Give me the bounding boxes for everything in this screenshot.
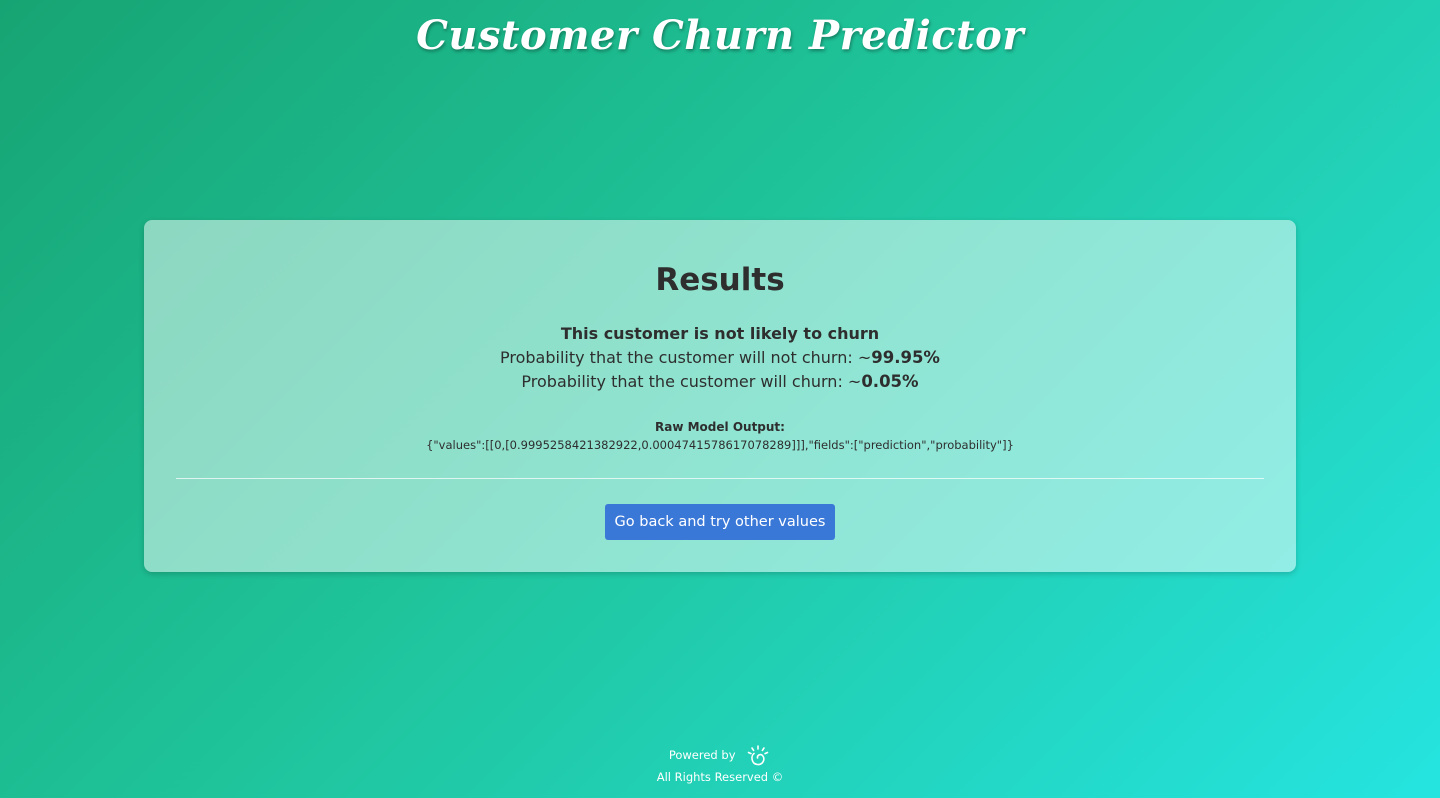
- powered-by-label: Powered by: [668, 748, 736, 762]
- results-heading: Results: [655, 262, 785, 298]
- probability-not-churn-label: Probability that the customer will not c…: [500, 348, 872, 367]
- probability-not-churn: Probability that the customer will not c…: [144, 346, 1296, 370]
- go-back-button[interactable]: Go back and try other values: [605, 504, 835, 540]
- raw-output-label: Raw Model Output:: [655, 420, 785, 434]
- app-title: Customer Churn Predictor: [416, 12, 1024, 59]
- footer-rights: All Rights Reserved ©: [656, 770, 784, 784]
- churn-verdict: This customer is not likely to churn: [560, 324, 880, 343]
- probability-churn-value: 0.05%: [861, 372, 919, 391]
- probability-not-churn-value: 99.95%: [871, 348, 940, 367]
- results-card: Results This customer is not likely to c…: [144, 220, 1296, 572]
- watson-icon: [745, 743, 771, 769]
- probability-churn: Probability that the customer will churn…: [144, 370, 1296, 394]
- probability-churn-label: Probability that the customer will churn…: [521, 372, 862, 391]
- raw-output-value: {"values":[[0,[0.9995258421382922,0.0004…: [426, 438, 1014, 452]
- footer-powered-by: Powered by: [0, 742, 1440, 768]
- divider: [176, 478, 1264, 479]
